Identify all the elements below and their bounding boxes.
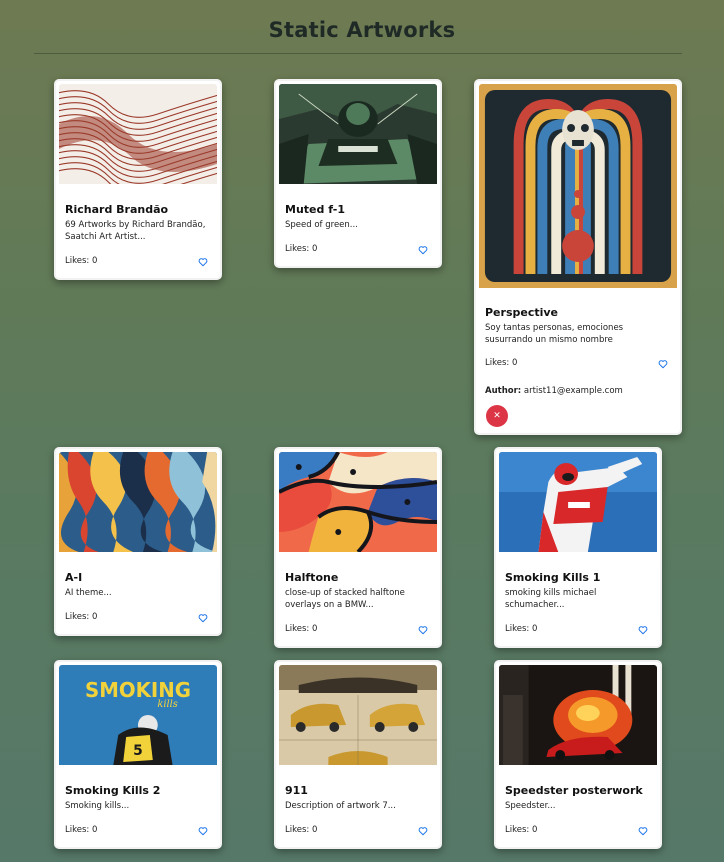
likes-count: Likes: 0	[65, 825, 98, 835]
card-description: Smoking kills...	[65, 801, 130, 811]
artwork-image[interactable]	[279, 84, 437, 184]
artwork-image[interactable]	[59, 452, 217, 552]
artwork-card[interactable]: Muted f-1 Speed of green... Likes: 0	[274, 79, 442, 268]
card-description: 69 Artworks by Richard Brandão, Saatchi …	[65, 220, 206, 242]
artwork-card[interactable]: Perspective Soy tantas personas, emocion…	[474, 79, 682, 435]
artwork-image[interactable]	[279, 665, 437, 765]
likes-count: Likes: 0	[505, 624, 538, 634]
card-title: Smoking Kills 1	[505, 571, 601, 584]
likes-count: Likes: 0	[285, 244, 318, 254]
card-title: 911	[285, 784, 308, 797]
heart-icon[interactable]	[658, 359, 668, 369]
card-description: Speedster...	[505, 801, 556, 811]
heart-icon[interactable]	[418, 245, 428, 255]
card-title: Speedster posterwork	[505, 784, 643, 797]
artwork-image[interactable]	[279, 452, 437, 552]
artwork-image-subtext: kills	[157, 699, 177, 710]
likes-count: Likes: 0	[65, 612, 98, 622]
author-label: Author:	[485, 386, 522, 396]
card-description: Soy tantas personas, emociones susurrand…	[485, 323, 624, 345]
author-email: artist11@example.com	[523, 386, 623, 396]
delete-button[interactable]: ✕	[486, 405, 508, 427]
card-description: AI theme...	[65, 588, 112, 598]
card-title: Smoking Kills 2	[65, 784, 161, 797]
heart-icon[interactable]	[198, 257, 208, 267]
artwork-card[interactable]: Smoking Kills 1 smoking kills michael sc…	[494, 447, 662, 648]
artwork-image[interactable]	[59, 84, 217, 184]
artwork-card[interactable]: A-I AI theme... Likes: 0	[54, 447, 222, 636]
card-author: Author: artist11@example.com	[485, 386, 623, 396]
page-title: Static Artworks	[268, 18, 456, 42]
artwork-card[interactable]: Speedster posterwork Speedster... Likes:…	[494, 660, 662, 849]
card-title: A-I	[65, 571, 83, 584]
card-title: Richard Brandão	[65, 203, 169, 216]
likes-count: Likes: 0	[505, 825, 538, 835]
card-description: Speed of green...	[285, 220, 358, 230]
heart-icon[interactable]	[198, 613, 208, 623]
artwork-image[interactable]	[499, 452, 657, 552]
artwork-card[interactable]: Richard Brandão 69 Artworks by Richard B…	[54, 79, 222, 280]
likes-count: Likes: 0	[285, 624, 318, 634]
card-title: Halftone	[285, 571, 339, 584]
title-divider	[34, 53, 682, 54]
likes-count: Likes: 0	[485, 358, 518, 368]
heart-icon[interactable]	[198, 826, 208, 836]
heart-icon[interactable]	[638, 826, 648, 836]
card-description: close-up of stacked halftone overlays on…	[285, 588, 405, 610]
heart-icon[interactable]	[418, 625, 428, 635]
svg-text:5: 5	[133, 743, 143, 759]
card-description: smoking kills michael schumacher...	[505, 588, 597, 610]
likes-count: Likes: 0	[285, 825, 318, 835]
artwork-card[interactable]: 911 Description of artwork 7... Likes: 0	[274, 660, 442, 849]
close-icon: ✕	[493, 411, 501, 421]
artwork-image[interactable]	[499, 665, 657, 765]
likes-count: Likes: 0	[65, 256, 98, 266]
card-title: Muted f-1	[285, 203, 346, 216]
card-title: Perspective	[485, 306, 559, 319]
heart-icon[interactable]	[418, 826, 428, 836]
card-description: Description of artwork 7...	[285, 801, 396, 811]
artwork-card[interactable]: SMOKING kills 5 Smoking Kills 2 Smoking …	[54, 660, 222, 849]
heart-icon[interactable]	[638, 625, 648, 635]
artwork-image[interactable]	[479, 84, 677, 288]
artwork-card[interactable]: Halftone close-up of stacked halftone ov…	[274, 447, 442, 648]
artwork-image[interactable]: SMOKING kills 5	[59, 665, 217, 765]
